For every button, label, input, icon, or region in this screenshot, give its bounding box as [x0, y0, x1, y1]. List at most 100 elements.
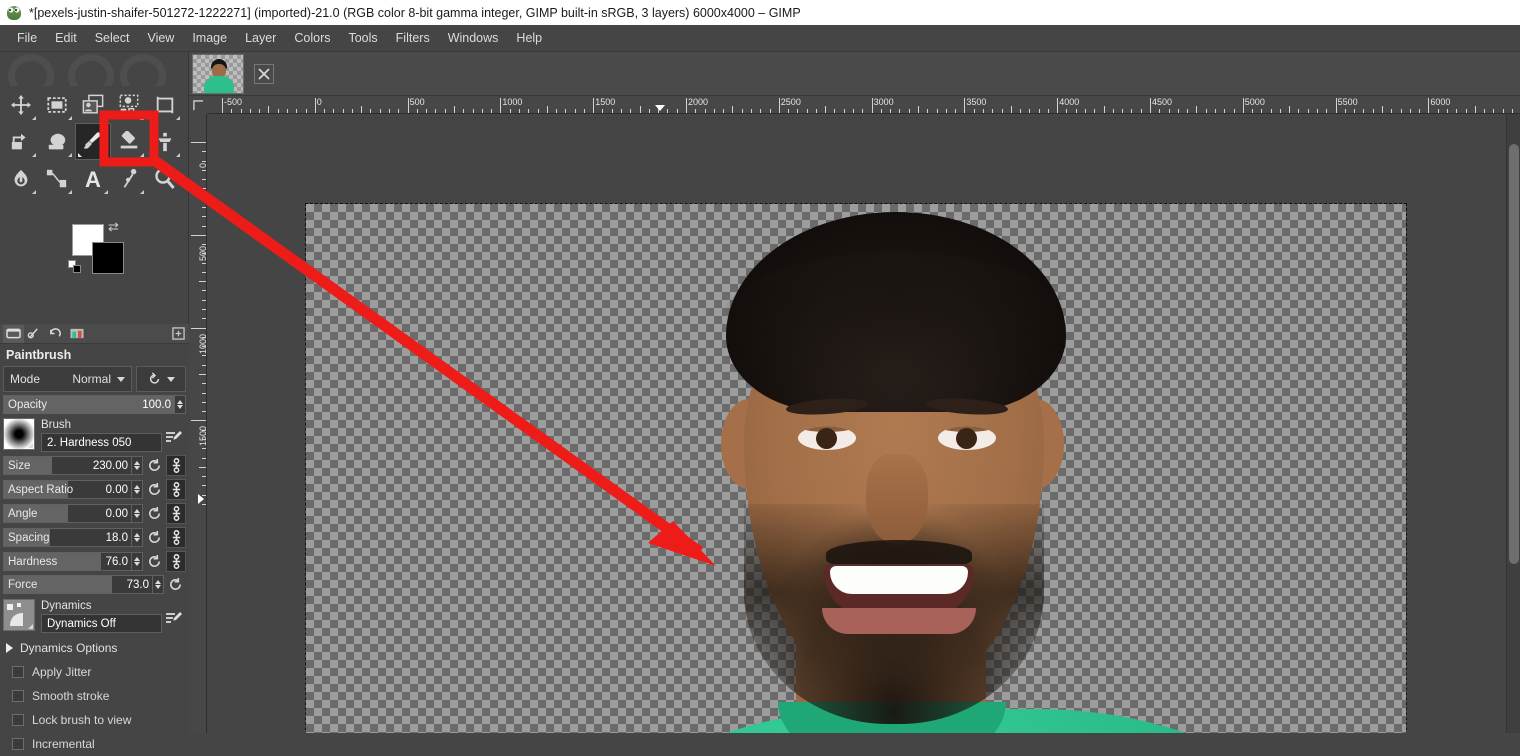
vertical-ruler[interactable]: 0 500 1000 1500: [189, 114, 207, 733]
size-link-dynamics-icon[interactable]: [166, 455, 186, 476]
ruler-minor-tick: [1279, 109, 1281, 113]
ruler-minor-tick: [908, 109, 910, 113]
smooth-stroke-checkbox[interactable]: [12, 690, 24, 702]
force-stepper[interactable]: [153, 575, 164, 594]
angle-slider[interactable]: Angle 0.00: [3, 504, 132, 523]
paintbrush-tool[interactable]: [75, 123, 111, 160]
rectangle-select-tool[interactable]: [39, 86, 75, 123]
ruler-corner-button[interactable]: [189, 96, 207, 114]
paint-mode-dropdown[interactable]: Mode Normal: [3, 366, 132, 392]
edit-brush-icon[interactable]: [162, 430, 186, 446]
ruler-label: 0: [198, 162, 207, 168]
spacing-link-dynamics-icon[interactable]: [166, 527, 186, 548]
angle-reset-icon[interactable]: [143, 504, 165, 523]
vertical-scrollbar-thumb[interactable]: [1509, 144, 1519, 564]
image-canvas[interactable]: [305, 203, 1407, 733]
paths-tool[interactable]: [39, 160, 75, 197]
ruler-major-tick: [191, 234, 206, 236]
hardness-link-dynamics-icon[interactable]: [166, 551, 186, 572]
brush-value[interactable]: 2. Hardness 050: [41, 433, 162, 452]
hardness-reset-icon[interactable]: [143, 552, 165, 571]
eraser-tool[interactable]: [111, 123, 147, 160]
menu-help[interactable]: Help: [507, 28, 551, 49]
tool-options-icon[interactable]: [3, 324, 24, 343]
ruler-minor-tick: [1029, 109, 1031, 113]
swap-colors-icon[interactable]: ⇄: [108, 220, 119, 233]
ruler-label: -500: [224, 97, 243, 107]
aspect-ratio-stepper[interactable]: [132, 480, 143, 499]
size-reset-icon[interactable]: [143, 456, 165, 475]
aspect-ratio-reset-icon[interactable]: [143, 480, 165, 499]
tool-options-dock: Paintbrush Mode Normal Opacity 100.0 Bru…: [0, 324, 189, 751]
ruler-minor-tick: [324, 109, 326, 113]
undo-history-icon[interactable]: [45, 325, 66, 343]
angle-link-dynamics-icon[interactable]: [166, 503, 186, 524]
menu-file[interactable]: File: [8, 28, 46, 49]
zoom-tool[interactable]: [147, 160, 183, 197]
device-status-icon[interactable]: [24, 325, 45, 343]
opacity-slider[interactable]: Opacity 100.0: [3, 395, 175, 414]
menu-view[interactable]: View: [138, 28, 183, 49]
smudge-tool[interactable]: [3, 160, 39, 197]
paste-mode-dropdown[interactable]: [136, 366, 186, 392]
force-reset-icon[interactable]: [164, 575, 186, 594]
menu-windows[interactable]: Windows: [439, 28, 508, 49]
menu-colors[interactable]: Colors: [285, 28, 339, 49]
ruler-minor-tick: [862, 109, 864, 113]
angle-stepper[interactable]: [132, 504, 143, 523]
force-slider[interactable]: Force 73.0: [3, 575, 153, 594]
close-tab-icon[interactable]: [254, 63, 274, 84]
images-icon[interactable]: [66, 325, 87, 343]
dock-menu-icon[interactable]: [172, 327, 185, 345]
incremental-checkbox[interactable]: [12, 738, 24, 750]
brush-preview[interactable]: [3, 418, 35, 450]
image-tab-thumbnail[interactable]: [192, 53, 244, 94]
unified-transform-tool[interactable]: [3, 123, 39, 160]
measure-tool[interactable]: [111, 160, 147, 197]
size-slider[interactable]: Size 230.00: [3, 456, 132, 475]
spacing-reset-icon[interactable]: [143, 528, 165, 547]
dynamics-preview[interactable]: [3, 599, 35, 631]
size-row: Size 230.00: [0, 455, 189, 476]
foreground-select-tool[interactable]: [75, 86, 111, 123]
spacing-slider[interactable]: Spacing 18.0: [3, 528, 132, 547]
menu-filters[interactable]: Filters: [387, 28, 439, 49]
dynamics-options-expander[interactable]: Dynamics Options: [0, 636, 189, 660]
menu-tools[interactable]: Tools: [339, 28, 386, 49]
dynamics-value[interactable]: Dynamics Off: [41, 614, 162, 633]
clone-tool[interactable]: [147, 123, 183, 160]
ruler-minor-tick: [472, 109, 474, 113]
text-tool[interactable]: A: [75, 160, 111, 197]
bucket-fill-tool[interactable]: [39, 123, 75, 160]
background-color-swatch[interactable]: [92, 242, 124, 274]
apply-jitter-row[interactable]: Apply Jitter: [0, 660, 189, 684]
ruler-minor-tick: [1066, 109, 1068, 113]
crop-tool[interactable]: [147, 86, 183, 123]
fuzzy-select-tool[interactable]: [111, 86, 147, 123]
spacing-stepper[interactable]: [132, 528, 143, 547]
lock-brush-to-view-row[interactable]: Lock brush to view: [0, 708, 189, 732]
menu-select[interactable]: Select: [86, 28, 139, 49]
apply-jitter-checkbox[interactable]: [12, 666, 24, 678]
hardness-stepper[interactable]: [132, 552, 143, 571]
opacity-stepper[interactable]: [175, 395, 186, 414]
ruler-minor-tick: [1409, 109, 1411, 113]
menu-edit[interactable]: Edit: [46, 28, 86, 49]
horizontal-ruler[interactable]: -500 0 500 1000 1500 2000 2500 3000 3500 4000 4500…: [207, 96, 1520, 114]
canvas-area[interactable]: [207, 114, 1505, 733]
move-tool[interactable]: [3, 86, 39, 123]
edit-dynamics-icon[interactable]: [162, 611, 186, 627]
menu-layer[interactable]: Layer: [236, 28, 285, 49]
aspect-ratio-link-dynamics-icon[interactable]: [166, 479, 186, 500]
incremental-row[interactable]: Incremental: [0, 732, 189, 756]
smooth-stroke-row[interactable]: Smooth stroke: [0, 684, 189, 708]
hardness-slider[interactable]: Hardness 76.0: [3, 552, 132, 571]
menu-image[interactable]: Image: [183, 28, 236, 49]
ruler-minor-tick: [574, 109, 576, 113]
reset-colors-icon[interactable]: [68, 260, 81, 273]
size-stepper[interactable]: [132, 456, 143, 475]
lock-brush-to-view-checkbox[interactable]: [12, 714, 24, 726]
ruler-minor-tick: [695, 109, 697, 113]
vertical-scrollbar[interactable]: [1506, 114, 1520, 733]
aspect-ratio-slider[interactable]: Aspect Ratio 0.00: [3, 480, 132, 499]
